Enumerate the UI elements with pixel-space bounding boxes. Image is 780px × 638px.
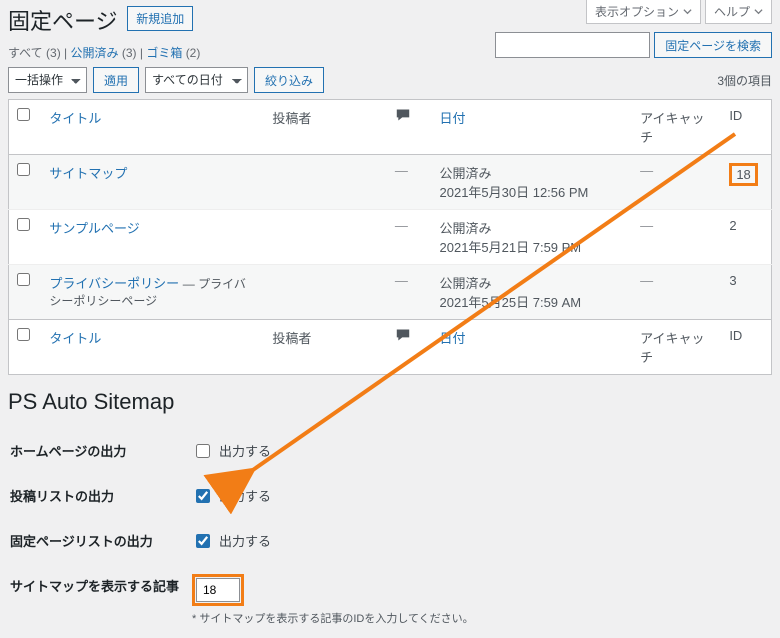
row-thumb: —: [640, 218, 653, 233]
row-title-link[interactable]: サンプルページ: [49, 221, 139, 236]
filter-all-label: すべて: [8, 46, 43, 60]
pages-output-text: 出力する: [219, 531, 271, 550]
screen-options-button[interactable]: 表示オプション: [586, 0, 701, 24]
homepage-output-label: ホームページの出力: [10, 429, 190, 472]
table-row: プライバシーポリシー — プライバシーポリシーページ—公開済み2021年5月25…: [9, 265, 772, 320]
pages-output-wrap[interactable]: 出力する: [192, 531, 271, 551]
search-button[interactable]: 固定ページを検索: [654, 32, 772, 58]
row-datetime: 2021年5月25日 7:59 AM: [440, 292, 625, 311]
row-status: 公開済み: [440, 273, 625, 292]
display-post-label: サイトマップを表示する記事: [10, 564, 190, 636]
filter-all-count: (3): [46, 46, 61, 60]
date-filter-select[interactable]: すべての日付: [145, 67, 248, 93]
row-comments: —: [395, 163, 408, 178]
row-datetime: 2021年5月21日 7:59 PM: [440, 237, 625, 256]
display-post-id-input[interactable]: [196, 578, 240, 602]
screen-options-label: 表示オプション: [595, 3, 679, 20]
row-id: 2: [721, 210, 771, 265]
row-comments: —: [395, 273, 408, 288]
row-id: 3: [721, 265, 771, 320]
row-title-link[interactable]: プライバシーポリシー: [49, 276, 179, 291]
select-all-top[interactable]: [17, 108, 30, 121]
display-post-desc: * サイトマップを表示する記事のIDを入力してください。: [192, 610, 770, 626]
filter-published-count: (3): [122, 46, 137, 60]
posts-output-wrap[interactable]: 出力する: [192, 486, 271, 506]
table-row: サンプルページ — 公開済み2021年5月21日 7:59 PM — 2: [9, 210, 772, 265]
col-id-foot: ID: [721, 320, 771, 375]
filter-trash-link[interactable]: ゴミ箱: [146, 46, 182, 60]
row-checkbox[interactable]: [17, 163, 30, 176]
row-thumb: —: [640, 273, 653, 288]
posts-output-checkbox[interactable]: [196, 489, 210, 503]
help-button[interactable]: ヘルプ: [705, 0, 772, 24]
homepage-output-checkbox[interactable]: [196, 444, 210, 458]
add-new-button[interactable]: 新規追加: [127, 6, 193, 31]
bulk-action-select[interactable]: 一括操作: [8, 67, 87, 93]
row-datetime: 2021年5月30日 12:56 PM: [440, 182, 625, 201]
settings-title: PS Auto Sitemap: [8, 389, 772, 415]
page-title: 固定ページ: [8, 4, 118, 36]
col-thumb: アイキャッチ: [632, 100, 721, 155]
row-thumb: —: [640, 163, 653, 178]
item-count: 3個の項目: [717, 72, 772, 89]
col-id: ID: [721, 100, 771, 155]
col-date-sort[interactable]: 日付: [440, 111, 466, 126]
pages-output-label: 固定ページリストの出力: [10, 519, 190, 562]
settings-table: ホームページの出力 出力する 投稿リストの出力 出力する 固定ページリストの出力: [8, 427, 772, 638]
col-date-sort-foot[interactable]: 日付: [440, 331, 466, 346]
homepage-output-text: 出力する: [219, 441, 271, 460]
select-all-bottom[interactable]: [17, 328, 30, 341]
row-title-link[interactable]: サイトマップ: [49, 166, 127, 181]
chevron-down-icon: [683, 7, 692, 16]
col-title-sort-foot[interactable]: タイトル: [49, 331, 101, 346]
table-row: サイトマップ — 公開済み2021年5月30日 12:56 PM — 18: [9, 155, 772, 210]
filter-published-link[interactable]: 公開済み: [71, 46, 119, 60]
col-title-sort[interactable]: タイトル: [49, 111, 101, 126]
col-thumb-foot: アイキャッチ: [632, 320, 721, 375]
row-id: 18: [721, 155, 771, 210]
comments-icon: [395, 110, 411, 125]
search-input[interactable]: [495, 32, 650, 58]
filter-button[interactable]: 絞り込み: [254, 67, 324, 93]
col-author-foot: 投稿者: [264, 320, 387, 375]
help-label: ヘルプ: [714, 3, 750, 20]
chevron-down-icon: [754, 7, 763, 16]
filter-trash-count: (2): [186, 46, 201, 60]
row-checkbox[interactable]: [17, 273, 30, 286]
row-status: 公開済み: [440, 163, 625, 182]
posts-output-label: 投稿リストの出力: [10, 474, 190, 517]
homepage-output-wrap[interactable]: 出力する: [192, 441, 271, 461]
posts-output-text: 出力する: [219, 486, 271, 505]
row-status: 公開済み: [440, 218, 625, 237]
pages-table: タイトル 投稿者 日付 アイキャッチ ID サイトマップ—公開済み2021年5月…: [8, 99, 772, 375]
row-comments: —: [395, 218, 408, 233]
comments-icon: [395, 330, 411, 345]
apply-button[interactable]: 適用: [93, 67, 139, 93]
pages-output-checkbox[interactable]: [196, 534, 210, 548]
row-checkbox[interactable]: [17, 218, 30, 231]
col-author: 投稿者: [264, 100, 387, 155]
